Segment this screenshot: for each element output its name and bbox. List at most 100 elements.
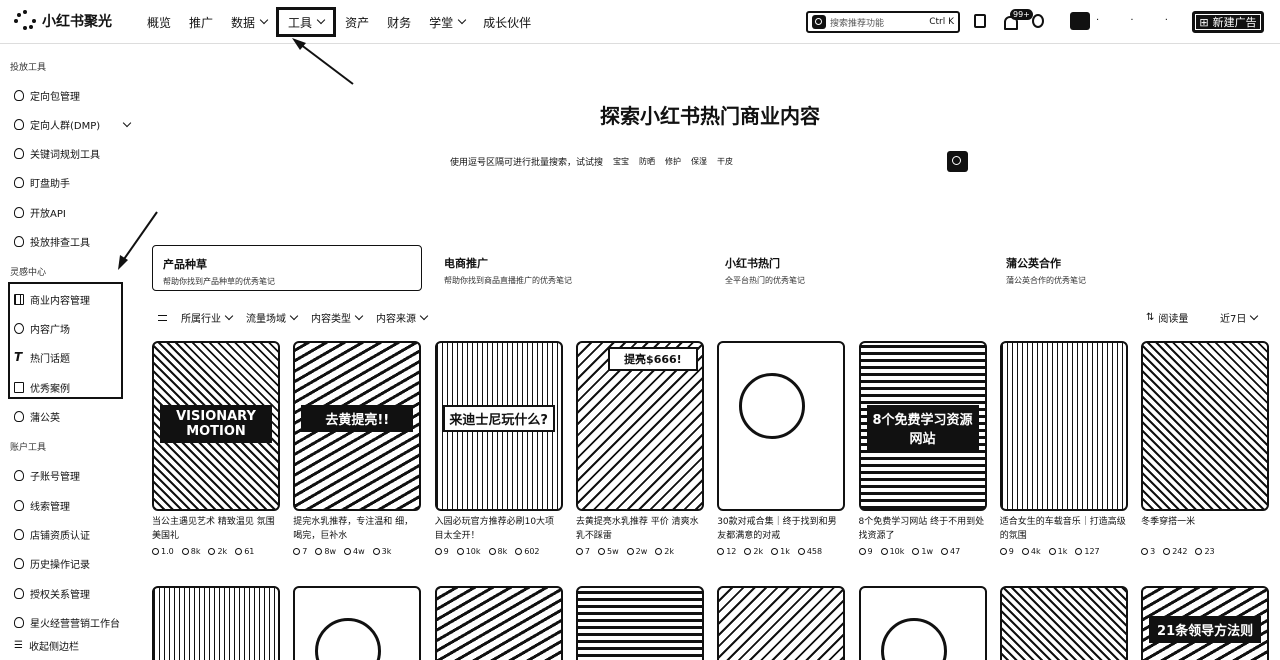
sidebar-item-hot-topics[interactable]: T 热门话题 bbox=[14, 350, 130, 365]
card-thumbnail[interactable]: 21条领导方法则 bbox=[1141, 586, 1270, 660]
content-card[interactable] bbox=[434, 586, 563, 660]
content-card[interactable]: 30款对戒合集｜终于找到和男友都满意的对戒 12 2k 1k 458 bbox=[717, 341, 846, 556]
content-card[interactable] bbox=[999, 586, 1128, 660]
content-search-button[interactable] bbox=[947, 151, 968, 172]
card-thumbnail[interactable] bbox=[1141, 341, 1270, 511]
avatar[interactable] bbox=[1070, 12, 1090, 30]
hint-keyword[interactable]: 干皮 bbox=[717, 156, 733, 167]
sidebar-item-history[interactable]: 历史操作记录 bbox=[14, 556, 130, 571]
nav-tools[interactable]: 工具 bbox=[276, 7, 337, 37]
card-thumbnail[interactable]: VISIONARY MOTION bbox=[152, 341, 280, 511]
sidebar-item-leads[interactable]: 线索管理 bbox=[14, 498, 130, 513]
category-tab-hot[interactable]: 小红书热门 全平台热门的优秀笔记 bbox=[715, 245, 985, 291]
sidebar-collapse-button[interactable]: ☰ 收起侧边栏 bbox=[14, 638, 130, 653]
date-range-selector[interactable]: 近7日 bbox=[1220, 310, 1259, 325]
category-tab-pugongying[interactable]: 蒲公英合作 蒲公英合作的优秀笔记 bbox=[996, 245, 1266, 291]
content-card[interactable] bbox=[293, 586, 422, 660]
content-card[interactable] bbox=[858, 586, 987, 660]
card-title[interactable]: 去黄提亮水乳推荐 平价 清爽水乳不踩雷 bbox=[576, 515, 704, 543]
nav-growth-partner[interactable]: 成长伙伴 bbox=[474, 7, 540, 37]
card-thumbnail[interactable]: 来迪士尼玩什么? bbox=[434, 341, 563, 511]
card-title[interactable]: 当公主遇见艺术 精致温见 氛围 美国礼 bbox=[152, 515, 280, 543]
sidebar-item-open-api[interactable]: 开放API bbox=[14, 205, 130, 220]
filter-content-type[interactable]: 内容类型 bbox=[311, 310, 364, 325]
shield-icon bbox=[14, 588, 24, 599]
hint-keyword[interactable]: 修护 bbox=[665, 156, 681, 167]
nav-assets[interactable]: 资产 bbox=[336, 7, 378, 37]
nav-label: 成长伙伴 bbox=[483, 15, 532, 30]
sidebar-item-content-management[interactable]: 商业内容管理 bbox=[14, 292, 130, 307]
stat-item: 23 bbox=[1195, 547, 1215, 556]
sidebar-item-label: 历史操作记录 bbox=[30, 560, 90, 571]
nav-data[interactable]: 数据 bbox=[222, 7, 276, 37]
sidebar-item-targeting-pack[interactable]: 定向包管理 bbox=[14, 88, 130, 103]
card-thumbnail[interactable] bbox=[999, 586, 1128, 660]
nav-promotion[interactable]: 推广 bbox=[180, 7, 222, 37]
hint-keyword[interactable]: 保湿 bbox=[691, 156, 707, 167]
stat-item: 1.0 bbox=[152, 547, 174, 556]
sort-selector[interactable]: ⇅ 阅读量 bbox=[1146, 310, 1188, 325]
content-card[interactable]: 提亮$666! 去黄提亮水乳推荐 平价 清爽水乳不踩雷 7 5w 2w 2k bbox=[575, 341, 704, 556]
content-card[interactable]: 来迪士尼玩什么? 入园必玩官方推荐必刷10大项目太全开！ 9 10k 8k 602 bbox=[434, 341, 563, 556]
content-card[interactable] bbox=[152, 586, 280, 660]
sidebar-item-troubleshoot[interactable]: 投放排查工具 bbox=[14, 234, 130, 249]
content-card[interactable] bbox=[575, 586, 704, 660]
help-icon[interactable] bbox=[1032, 14, 1044, 28]
card-thumbnail[interactable]: 8个免费学习资源网站 bbox=[858, 341, 987, 511]
filter-content-source[interactable]: 内容来源 bbox=[376, 310, 429, 325]
card-title[interactable]: 入园必玩官方推荐必刷10大项目太全开！ bbox=[435, 515, 563, 543]
content-card[interactable]: 21条领导方法则 bbox=[1141, 586, 1270, 660]
card-thumbnail[interactable] bbox=[999, 341, 1128, 511]
sidebar-item-monitor-assistant[interactable]: 盯盘助手 bbox=[14, 175, 130, 190]
filter-industry[interactable]: 所属行业 bbox=[181, 310, 234, 325]
card-title[interactable]: 提完水乳推荐，专注温和 细，喝完，巨补水 bbox=[293, 515, 421, 543]
stat-value: 7 bbox=[302, 547, 308, 556]
content-card[interactable] bbox=[717, 586, 846, 660]
content-card[interactable]: 8个免费学习资源网站 8个免费学习网站 终于不用到处找资源了 9 10k 1w 47 bbox=[858, 341, 987, 556]
sidebar-item-xinghuo[interactable]: 星火经营营销工作台 bbox=[14, 615, 130, 630]
card-title[interactable]: 30款对戒合集｜终于找到和男友都满意的对戒 bbox=[717, 515, 845, 543]
card-thumbnail[interactable] bbox=[434, 586, 563, 660]
read-icon bbox=[1021, 548, 1029, 555]
nav-academy[interactable]: 学堂 bbox=[420, 7, 474, 37]
global-search-input[interactable]: 搜索推荐功能 Ctrl K bbox=[806, 11, 960, 33]
content-card[interactable]: 适合女生的车载音乐｜打造高级的氛围 9 4k 1k 127 bbox=[999, 341, 1128, 556]
sidebar-item-store-certification[interactable]: 店铺资质认证 bbox=[14, 527, 130, 542]
card-thumbnail[interactable]: 提亮$666! bbox=[575, 341, 704, 511]
card-thumbnail[interactable] bbox=[152, 586, 280, 660]
sidebar-item-dmp[interactable]: 定向人群(DMP) bbox=[14, 117, 132, 132]
sidebar-item-keyword-planner[interactable]: 关键词规划工具 bbox=[14, 146, 130, 161]
card-thumbnail[interactable] bbox=[717, 586, 846, 660]
card-title[interactable]: 冬季穿搭一米 bbox=[1141, 515, 1269, 543]
card-thumbnail[interactable]: 去黄提亮!! bbox=[293, 341, 422, 511]
sidebar-item-cases[interactable]: 优秀案例 bbox=[14, 380, 130, 395]
card-title[interactable]: 适合女生的车载音乐｜打造高级的氛围 bbox=[1000, 515, 1128, 543]
content-card[interactable]: 冬季穿搭一米 3 242 23 bbox=[1141, 341, 1270, 556]
content-card[interactable]: VISIONARY MOTION 当公主遇见艺术 精致温见 氛围 美国礼 1.0 8k… bbox=[152, 341, 280, 556]
mobile-icon[interactable] bbox=[974, 14, 986, 28]
card-thumbnail[interactable] bbox=[858, 586, 987, 660]
card-thumbnail[interactable] bbox=[717, 341, 846, 511]
filter-icon[interactable] bbox=[158, 314, 167, 321]
card-thumbnail[interactable] bbox=[293, 586, 422, 660]
logo[interactable]: 小红书聚光 bbox=[14, 10, 112, 32]
create-ad-button[interactable]: ⊞ 新建广告 bbox=[1192, 11, 1264, 33]
sidebar-item-pugongying[interactable]: 蒲公英 bbox=[14, 409, 130, 424]
card-thumbnail[interactable] bbox=[575, 586, 704, 660]
sidebar-item-sub-accounts[interactable]: 子账号管理 bbox=[14, 468, 130, 483]
category-tab-product-seeding[interactable]: 产品种草 帮助你找到产品种草的优秀笔记 bbox=[152, 245, 422, 291]
sidebar-item-content-square[interactable]: 内容广场 bbox=[14, 321, 130, 336]
hint-keyword[interactable]: 宝宝 bbox=[613, 156, 629, 167]
hint-keyword[interactable]: 防晒 bbox=[639, 156, 655, 167]
nav-overview[interactable]: 概览 bbox=[138, 7, 180, 37]
content-card[interactable]: 去黄提亮!! 提完水乳推荐，专注温和 细，喝完，巨补水 7 8w 4w 3k bbox=[293, 341, 422, 556]
filter-traffic[interactable]: 流量场域 bbox=[246, 310, 299, 325]
filter-label: 流量场域 bbox=[246, 314, 286, 325]
comment-icon bbox=[1075, 548, 1083, 555]
card-title[interactable]: 8个免费学习网站 终于不用到处找资源了 bbox=[859, 515, 987, 543]
sidebar-item-authorization[interactable]: 授权关系管理 bbox=[14, 586, 130, 601]
comment-icon bbox=[235, 548, 243, 555]
stat-item: 8w bbox=[315, 547, 336, 556]
category-tab-ecommerce[interactable]: 电商推广 帮助你找到商品直播推广的优秀笔记 bbox=[434, 245, 704, 291]
nav-finance[interactable]: 财务 bbox=[378, 7, 420, 37]
